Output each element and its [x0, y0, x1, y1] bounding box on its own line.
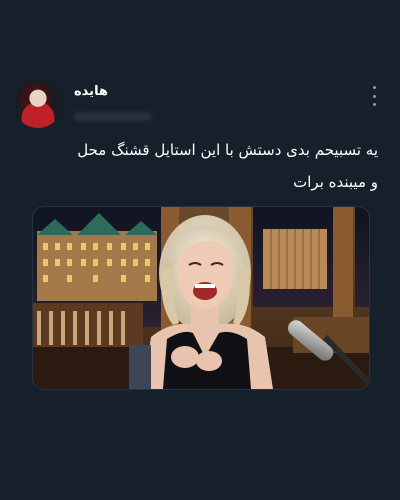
tweet-text: یه تسبیحم بدی دستش با این استایل قشنگ مح… [77, 141, 378, 191]
tweet-media-image[interactable] [32, 206, 370, 390]
username-handle-blurred [74, 112, 152, 121]
screen: هایده یه تسبیحم بدی دستش با این استایل ق… [0, 0, 400, 500]
more-vertical-icon[interactable] [370, 86, 378, 106]
tweet-header: هایده [0, 72, 400, 136]
tweet-card[interactable]: هایده یه تسبیحم بدی دستش با این استایل ق… [0, 72, 400, 390]
avatar[interactable] [14, 80, 62, 128]
display-name[interactable]: هایده [74, 84, 108, 99]
